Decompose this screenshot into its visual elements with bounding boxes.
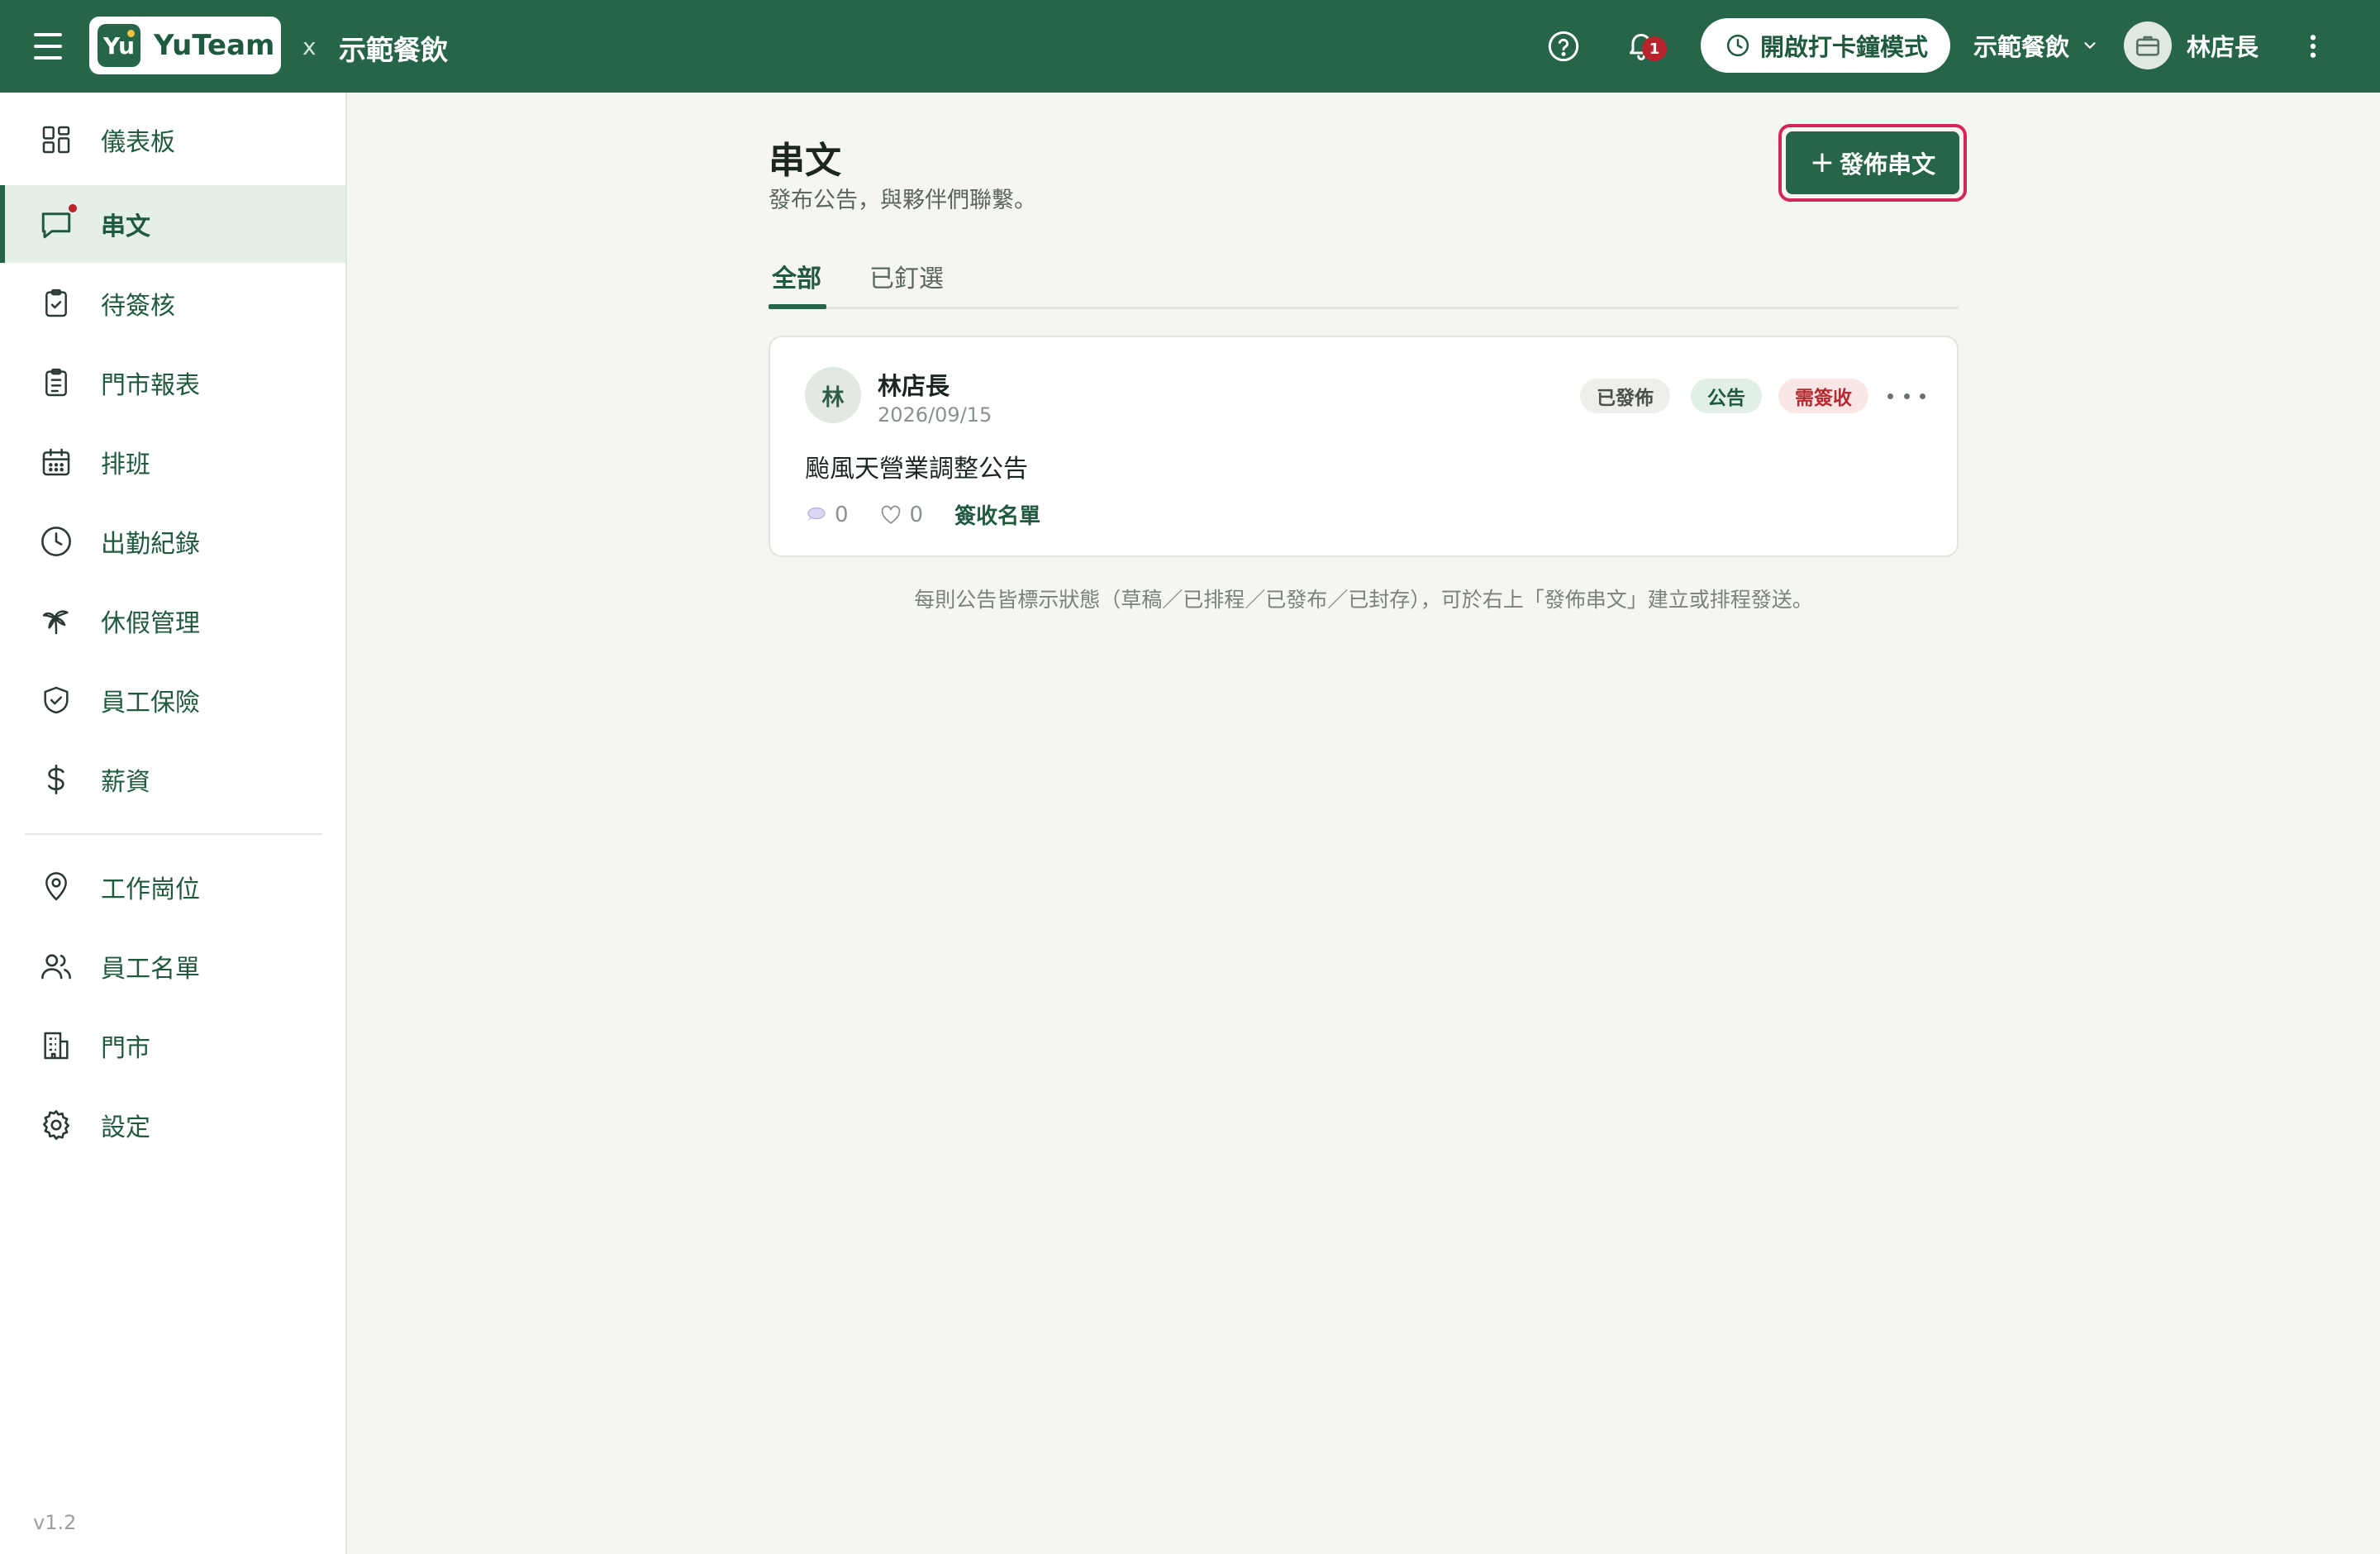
sidebar-item-label: 出勤紀錄 [101, 530, 200, 559]
page-subtitle: 發布公告，與夥伴們聯繫。 [769, 188, 1036, 213]
sidebar-item-stores[interactable]: 門市 [0, 1007, 345, 1084]
avatar: 林 [805, 367, 861, 423]
unread-dot [67, 203, 79, 214]
status-footnote: 每則公告皆標示狀態（草稿／已排程／已發布／已封存），可於右上「發佈串文」建立或排… [914, 588, 1813, 612]
status-badge: 已發佈 [1580, 379, 1670, 413]
post-tabs: 全部 已釘選 [769, 248, 1959, 309]
vertical-dots-icon[interactable] [2301, 30, 2325, 63]
sidebar: 儀表板 串文 待簽核 門市報表 排班 出勤紀錄 休假管理 員工保險 薪資 工作崗… [0, 93, 347, 1554]
page-title: 串文 [769, 140, 841, 182]
post-title[interactable]: 颱風天營業調整公告 [805, 448, 1028, 484]
heart-icon [881, 505, 900, 524]
sidebar-item-leave[interactable]: 休假管理 [0, 582, 345, 660]
like-count: 0 [909, 502, 924, 527]
clipboard-check-icon [36, 284, 76, 323]
type-badge: 公告 [1691, 379, 1762, 413]
app-version: v1.2 [33, 1511, 77, 1534]
org-selector-label: 示範餐飲 [1973, 33, 2070, 61]
logo-name: YuTeam [154, 29, 275, 62]
sidebar-item-insurance[interactable]: 員工保險 [0, 661, 345, 739]
sidebar-item-payroll[interactable]: 薪資 [0, 741, 345, 818]
comment-count: 0 [835, 502, 849, 527]
sidebar-item-label: 員工保險 [101, 689, 200, 717]
logo-dot [127, 30, 135, 37]
sidebar-divider [25, 833, 322, 835]
like-stat[interactable]: 0 [880, 502, 924, 527]
users-icon [36, 946, 76, 986]
clock-icon [1726, 34, 1749, 57]
publish-post-label: 發佈串文 [1840, 150, 1936, 179]
hamburger-icon[interactable] [31, 30, 64, 63]
logo-mark: Yu [98, 24, 140, 67]
sidebar-item-label: 串文 [101, 212, 150, 241]
map-pin-icon [36, 867, 76, 907]
user-menu[interactable]: 林店長 [2124, 21, 2259, 69]
shield-check-icon [36, 680, 76, 720]
comment-icon [807, 507, 826, 521]
sign-list-link[interactable]: 簽收名單 [954, 499, 1040, 530]
sidebar-item-label: 工作崗位 [101, 875, 200, 904]
dashboard-grid-icon [36, 120, 76, 160]
sidebar-item-label: 待簽核 [101, 292, 175, 321]
brand-separator: x [302, 33, 317, 60]
publish-post-button[interactable]: + 發佈串文 [1786, 131, 1959, 194]
active-tab-indicator [769, 304, 826, 309]
sidebar-item-staff-list[interactable]: 員工名單 [0, 927, 345, 1005]
sidebar-item-dashboard[interactable]: 儀表板 [0, 101, 345, 179]
briefcase-icon [2124, 21, 2172, 69]
sidebar-item-label: 門市 [101, 1034, 150, 1063]
post-author: 林店長 [878, 372, 950, 400]
post-stats: 0 0 簽收名單 [805, 499, 1040, 530]
chevron-down-icon [2084, 42, 2096, 49]
clock-mode-label: 開啟打卡鐘模式 [1760, 33, 1929, 61]
gear-icon [36, 1105, 76, 1145]
org-selector[interactable]: 示範餐飲 [1973, 28, 2099, 63]
dollar-icon [36, 760, 76, 799]
more-options-icon[interactable] [1887, 384, 1925, 408]
question-circle-icon[interactable] [1547, 30, 1580, 63]
sidebar-item-posts[interactable]: 串文 [0, 185, 345, 263]
sidebar-item-label: 薪資 [101, 768, 150, 797]
clock-mode-button[interactable]: 開啟打卡鐘模式 [1701, 18, 1950, 73]
top-bar: Yu YuTeam x 示範餐飲 1 開啟打卡鐘模式 示範餐飲 林店長 [0, 0, 2380, 93]
user-name: 林店長 [2187, 33, 2259, 61]
comment-stat[interactable]: 0 [805, 503, 849, 527]
calendar-icon [36, 442, 76, 482]
post-date: 2026/09/15 [878, 403, 992, 427]
clock-icon [36, 522, 76, 561]
sidebar-item-positions[interactable]: 工作崗位 [0, 848, 345, 926]
sign-required-badge: 需簽收 [1778, 379, 1868, 413]
tab-pinned[interactable]: 已釘選 [869, 258, 944, 314]
palm-tree-icon [36, 601, 76, 641]
org-title: 示範餐飲 [339, 34, 448, 66]
sidebar-item-approvals[interactable]: 待簽核 [0, 265, 345, 342]
app-logo[interactable]: Yu YuTeam [89, 17, 281, 74]
sidebar-item-attendance[interactable]: 出勤紀錄 [0, 503, 345, 580]
building-icon [36, 1026, 76, 1065]
chat-bubble-icon [36, 203, 79, 244]
sidebar-item-label: 休假管理 [101, 609, 200, 638]
sidebar-item-label: 設定 [101, 1113, 150, 1142]
sidebar-item-store-reports[interactable]: 門市報表 [0, 344, 345, 422]
sidebar-item-label: 員工名單 [101, 955, 200, 984]
plus-icon: + [1809, 145, 1835, 179]
sidebar-item-label: 儀表板 [101, 128, 175, 157]
post-card[interactable]: 林 林店長 2026/09/15 已發佈 公告 需簽收 颱風天營業調整公告 0 … [769, 336, 1959, 557]
sidebar-item-scheduling[interactable]: 排班 [0, 423, 345, 501]
notification-count-badge: 1 [1642, 36, 1667, 61]
sidebar-item-label: 門市報表 [101, 371, 200, 400]
sidebar-item-label: 排班 [101, 450, 150, 479]
sidebar-item-settings[interactable]: 設定 [0, 1086, 345, 1164]
clipboard-list-icon [36, 363, 76, 403]
